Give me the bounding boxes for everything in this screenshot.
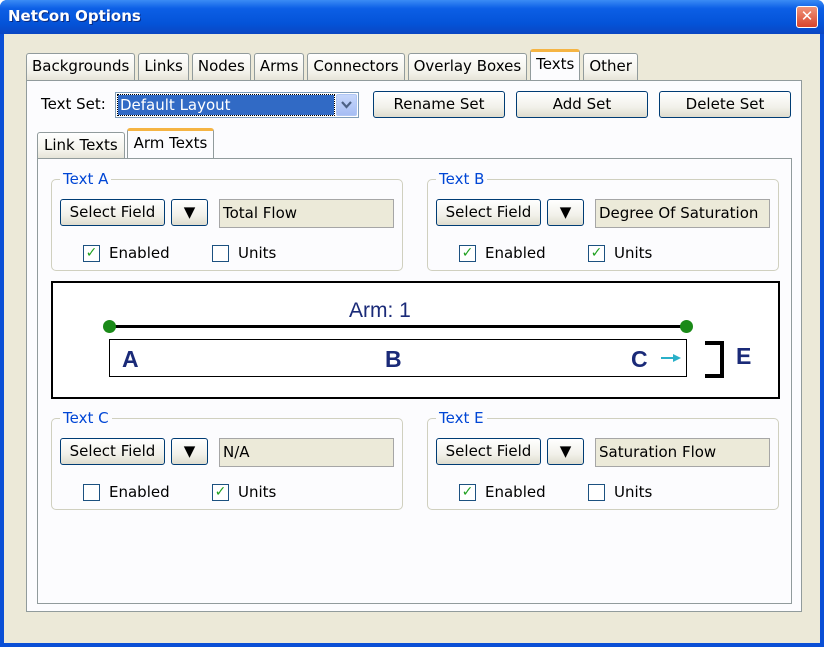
title-bar[interactable]: NetCon Options ✕: [0, 0, 824, 34]
tab-connectors[interactable]: Connectors: [307, 53, 405, 80]
tab-backgrounds[interactable]: Backgrounds: [26, 53, 136, 80]
combo-dropdown-button[interactable]: [336, 94, 357, 116]
checkbox-box: ✓: [459, 483, 476, 501]
end-node-dot: [680, 320, 693, 333]
sub-tabs: Link Texts Arm Texts: [37, 128, 216, 158]
letter-e: E: [736, 343, 752, 369]
arrow-right-icon: [661, 354, 681, 362]
triangle-down-icon: ▼: [559, 442, 572, 460]
text-b-group: Text B Select Field ▼ Degree Of Saturati…: [427, 170, 779, 271]
main-tabs: Backgrounds Links Nodes Arms Connectors …: [26, 49, 641, 80]
enabled-label: Enabled: [109, 483, 170, 501]
letter-b: B: [385, 346, 402, 372]
letter-c: C: [631, 346, 648, 372]
chevron-down-icon: [341, 101, 352, 109]
enabled-label: Enabled: [485, 244, 546, 262]
triangle-down-icon: ▼: [559, 203, 572, 221]
text-a-field-display: Total Flow: [219, 199, 394, 228]
text-e-units-checkbox[interactable]: Units: [588, 483, 652, 501]
text-e-title: Text E: [436, 409, 487, 427]
text-e-dropdown-button[interactable]: ▼: [547, 438, 584, 465]
checkbox-box: ✓: [459, 244, 476, 262]
text-b-field-display: Degree Of Saturation: [595, 199, 770, 228]
text-c-select-field-button[interactable]: Select Field: [60, 438, 165, 465]
enabled-label: Enabled: [485, 483, 546, 501]
text-e-group: Text E Select Field ▼ Saturation Flow ✓ …: [427, 409, 779, 510]
check-icon: ✓: [461, 484, 474, 500]
text-a-dropdown-button[interactable]: ▼: [171, 199, 208, 226]
bracket-icon: [705, 341, 724, 378]
check-icon: ✓: [85, 245, 98, 261]
units-label: Units: [238, 244, 277, 262]
text-set-label: Text Set:: [41, 95, 106, 113]
checkbox-box: [212, 244, 229, 262]
text-e-field-display: Saturation Flow: [595, 438, 770, 467]
text-b-title: Text B: [436, 170, 488, 188]
add-set-button[interactable]: Add Set: [516, 91, 648, 118]
arm-preview: Arm: 1 A B C E: [51, 281, 780, 399]
arm-texts-panel: Text A Select Field ▼ Total Flow ✓ Enabl…: [37, 158, 792, 604]
triangle-down-icon: ▼: [183, 442, 196, 460]
tab-link-texts[interactable]: Link Texts: [37, 132, 125, 158]
triangle-down-icon: ▼: [183, 203, 196, 221]
text-set-value: Default Layout: [117, 94, 335, 116]
checkbox-box: [588, 483, 605, 501]
close-button[interactable]: ✕: [796, 6, 818, 28]
text-c-field-display: N/A: [219, 438, 394, 467]
letter-a: A: [122, 346, 139, 372]
text-set-combo[interactable]: Default Layout: [115, 92, 359, 118]
tab-nodes[interactable]: Nodes: [191, 53, 251, 80]
tab-overlay-boxes[interactable]: Overlay Boxes: [407, 53, 528, 80]
close-icon: ✕: [800, 7, 814, 25]
text-c-title: Text C: [60, 409, 112, 427]
text-a-select-field-button[interactable]: Select Field: [60, 199, 165, 226]
text-a-units-checkbox[interactable]: Units: [212, 244, 276, 262]
text-a-title: Text A: [60, 170, 112, 188]
tab-arm-texts[interactable]: Arm Texts: [126, 128, 215, 158]
tab-arms[interactable]: Arms: [253, 53, 305, 80]
units-label: Units: [614, 244, 653, 262]
units-label: Units: [614, 483, 653, 501]
client-area: Backgrounds Links Nodes Arms Connectors …: [4, 34, 820, 643]
text-c-units-checkbox[interactable]: ✓ Units: [212, 483, 276, 501]
tab-links[interactable]: Links: [138, 53, 189, 80]
check-icon: ✓: [214, 484, 227, 500]
checkbox-box: ✓: [212, 483, 229, 501]
texts-tab-panel: Text Set: Default Layout Rename Set Add …: [26, 80, 802, 612]
text-a-enabled-checkbox[interactable]: ✓ Enabled: [83, 244, 170, 262]
text-e-select-field-button[interactable]: Select Field: [436, 438, 541, 465]
text-b-dropdown-button[interactable]: ▼: [547, 199, 584, 226]
text-b-select-field-button[interactable]: Select Field: [436, 199, 541, 226]
window-title: NetCon Options: [8, 7, 141, 25]
enabled-label: Enabled: [109, 244, 170, 262]
arm-line: [109, 325, 687, 328]
text-c-dropdown-button[interactable]: ▼: [171, 438, 208, 465]
text-c-enabled-checkbox[interactable]: Enabled: [83, 483, 170, 501]
arm-label: Arm: 1: [349, 299, 411, 322]
text-b-units-checkbox[interactable]: ✓ Units: [588, 244, 652, 262]
checkbox-box: ✓: [588, 244, 605, 262]
text-c-group: Text C Select Field ▼ N/A Enabled ✓ Unit…: [51, 409, 403, 510]
rename-set-button[interactable]: Rename Set: [373, 91, 505, 118]
tab-other[interactable]: Other: [583, 53, 638, 80]
text-b-enabled-checkbox[interactable]: ✓ Enabled: [459, 244, 546, 262]
text-e-enabled-checkbox[interactable]: ✓ Enabled: [459, 483, 546, 501]
units-label: Units: [238, 483, 277, 501]
options-window: NetCon Options ✕ Backgrounds Links Nodes…: [0, 0, 824, 647]
delete-set-button[interactable]: Delete Set: [659, 91, 791, 118]
check-icon: ✓: [461, 245, 474, 261]
text-a-group: Text A Select Field ▼ Total Flow ✓ Enabl…: [51, 170, 403, 271]
checkbox-box: [83, 483, 100, 501]
start-node-dot: [103, 320, 116, 333]
arm-text-box: A B C: [109, 339, 687, 377]
tab-texts[interactable]: Texts: [530, 49, 581, 80]
checkbox-box: ✓: [83, 244, 100, 262]
check-icon: ✓: [590, 245, 603, 261]
